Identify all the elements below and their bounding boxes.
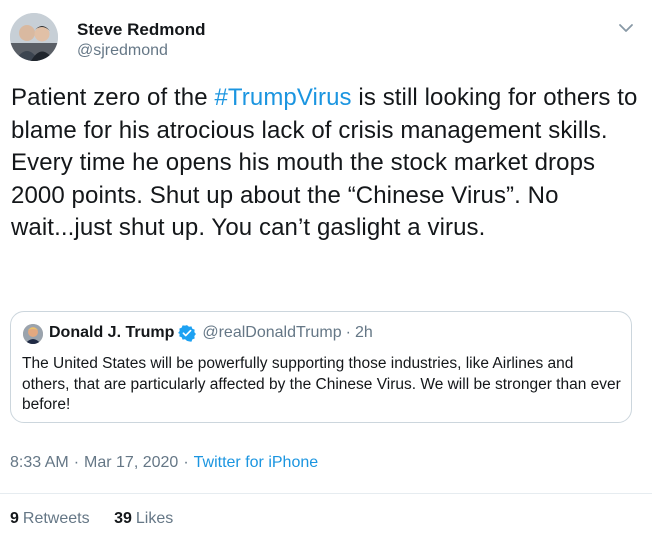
quoted-tweet[interactable]: Donald J. Trump @realDonaldTrump · 2h Th…: [10, 311, 632, 423]
verified-badge-icon: [178, 324, 197, 342]
retweets-stat[interactable]: 9 Retweets: [10, 510, 90, 528]
quoted-separator: ·: [345, 324, 351, 341]
quoted-author-avatar[interactable]: [23, 324, 43, 344]
chevron-down-icon[interactable]: [614, 18, 638, 38]
quoted-author-handle[interactable]: @realDonaldTrump: [202, 324, 341, 342]
tweet-metadata: 8:33 AM · Mar 17, 2020 · Twitter for iPhone: [10, 454, 318, 472]
retweets-count: 9: [10, 510, 19, 527]
quoted-timestamp[interactable]: 2h: [355, 324, 373, 342]
author-handle[interactable]: @sjredmond: [77, 42, 168, 60]
meta-separator: ·: [73, 454, 80, 471]
quoted-author-name[interactable]: Donald J. Trump: [49, 324, 174, 342]
author-avatar[interactable]: [10, 13, 58, 61]
retweets-label: Retweets: [22, 510, 90, 527]
tweet-text-start: Patient zero of the: [11, 84, 215, 111]
tweet-stats: 9 Retweets 39 Likes: [10, 510, 173, 528]
tweet-source-link[interactable]: Twitter for iPhone: [194, 454, 319, 471]
quoted-tweet-header: Donald J. Trump @realDonaldTrump · 2h: [49, 324, 373, 342]
tweet-date[interactable]: Mar 17, 2020: [84, 454, 178, 471]
divider: [0, 493, 652, 494]
tweet: Steve Redmond @sjredmond Patient zero of…: [0, 0, 652, 534]
quoted-tweet-text: The United States will be powerfully sup…: [22, 355, 621, 413]
hashtag-link[interactable]: #TrumpVirus: [214, 84, 351, 111]
likes-count: 39: [114, 510, 132, 527]
tweet-time[interactable]: 8:33 AM: [10, 454, 69, 471]
author-name[interactable]: Steve Redmond: [77, 20, 205, 40]
tweet-text: Patient zero of the #TrumpVirus is still…: [11, 82, 639, 245]
likes-stat[interactable]: 39 Likes: [114, 510, 173, 528]
meta-separator: ·: [183, 454, 189, 471]
likes-label: Likes: [135, 510, 174, 527]
